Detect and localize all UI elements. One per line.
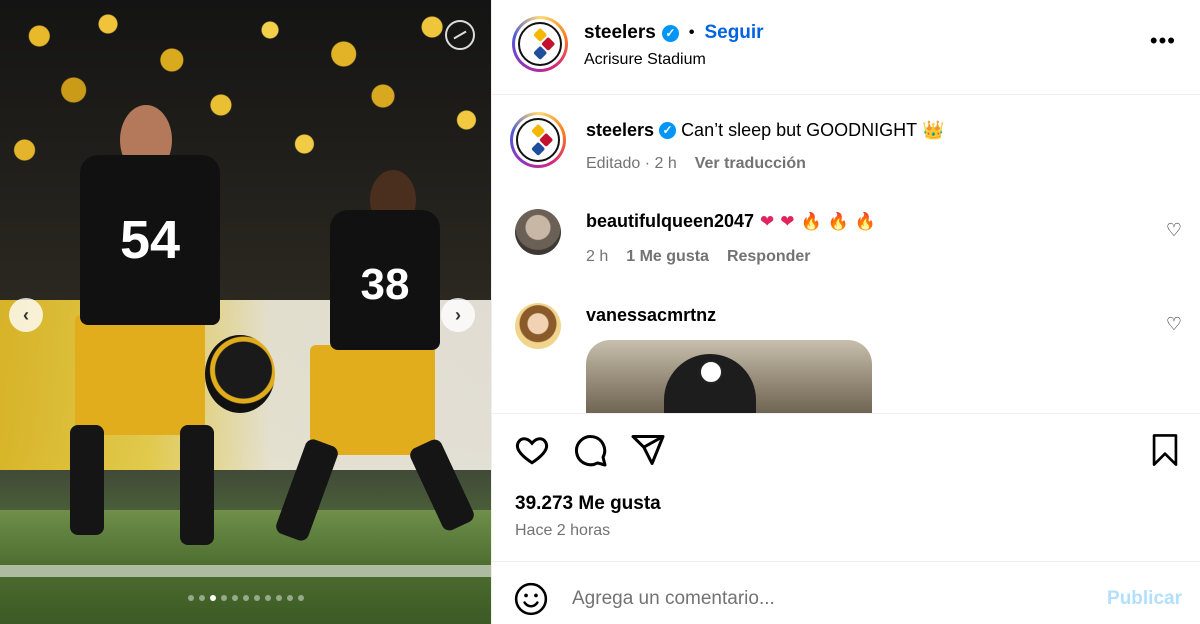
steelers-logo (518, 22, 562, 66)
comment-like-icon[interactable]: ♡ (1166, 220, 1182, 241)
jersey-number: 54 (80, 155, 220, 325)
carousel-dot (253, 595, 260, 601)
field-line (0, 565, 491, 577)
carousel-dot (209, 595, 216, 601)
comment-username[interactable]: vanessacmrtnz (586, 305, 716, 326)
jersey-number: 38 (330, 210, 440, 350)
player-leg (70, 425, 104, 535)
player-pants (75, 315, 205, 435)
header-divider (492, 94, 1200, 95)
post-caption: steelers ✓ Can’t sleep but GOODNIGHT 👑 (586, 120, 945, 141)
carousel-dot (275, 595, 282, 601)
bookmark-icon[interactable] (1150, 433, 1180, 467)
caption-meta: Editado · 2 h Ver traducción (586, 155, 806, 173)
translate-link[interactable]: Ver traducción (695, 155, 806, 173)
comment-input[interactable] (572, 584, 1072, 614)
smile-icon[interactable] (514, 582, 548, 616)
fire-emoji: 🔥 (854, 211, 877, 231)
heart-emoji: ❤ (760, 211, 775, 231)
comment-2: vanessacmrtnz (586, 305, 716, 326)
post-actions (514, 432, 666, 468)
player-54: 54 (60, 105, 240, 545)
steelers-logo (699, 360, 723, 384)
post-media[interactable]: 54 38 ‹ › (0, 0, 491, 624)
caption-text: Can’t sleep but GOODNIGHT (681, 120, 918, 140)
carousel-next-button[interactable]: › (441, 298, 475, 332)
comment-composer: Publicar (492, 561, 1200, 624)
username-link[interactable]: steelers (584, 22, 656, 44)
chevron-right-icon: › (455, 304, 461, 325)
verified-badge-icon: ✓ (659, 122, 677, 139)
comment-1: beautifulqueen2047 ❤ ❤ 🔥 🔥 🔥 (586, 211, 876, 232)
heart-icon[interactable] (514, 432, 550, 468)
comment-gif[interactable] (586, 340, 872, 414)
carousel-dots (0, 595, 491, 601)
player-leg (180, 425, 214, 545)
commenter-avatar[interactable] (515, 209, 561, 255)
fire-emoji: 🔥 (800, 211, 822, 231)
carousel-dot (242, 595, 249, 601)
heart-emoji: ❤ (780, 211, 795, 231)
carousel-dot (198, 595, 205, 601)
post-time: Hace 2 horas (515, 522, 611, 539)
crown-emoji: 👑 (922, 120, 945, 140)
comment-username[interactable]: beautifulqueen2047 (586, 211, 754, 232)
post-panel: steelers ✓ • Seguir Acrisure Stadium •••… (491, 0, 1200, 624)
post-header-user: steelers ✓ • Seguir (584, 22, 764, 44)
location-link[interactable]: Acrisure Stadium (584, 51, 706, 69)
carousel-prev-button[interactable]: ‹ (9, 298, 43, 332)
fire-emoji: 🔥 (827, 211, 849, 231)
comment-time: 2 h (586, 248, 609, 265)
follow-button[interactable]: Seguir (704, 22, 763, 44)
comment-icon[interactable] (572, 432, 608, 468)
steelers-logo (516, 118, 560, 162)
publish-button[interactable]: Publicar (1107, 588, 1182, 610)
comment-like-icon[interactable]: ♡ (1166, 314, 1182, 335)
verified-badge-icon: ✓ (661, 24, 679, 42)
reply-button[interactable]: Responder (727, 248, 811, 266)
edited-label: Editado · 2 h (586, 155, 677, 172)
commenter-avatar[interactable] (515, 303, 561, 349)
comment-likes[interactable]: 1 Me gusta (626, 248, 709, 266)
carousel-dot (187, 595, 194, 601)
player-leg (273, 437, 341, 543)
media-badge-icon (445, 20, 475, 50)
carousel-dot (231, 595, 238, 601)
player-pants (310, 345, 435, 455)
carousel-dot (264, 595, 271, 601)
carousel-dot (286, 595, 293, 601)
share-icon[interactable] (630, 432, 666, 468)
caption-username[interactable]: steelers (586, 120, 654, 141)
carousel-dot (297, 595, 304, 601)
caption-avatar[interactable] (510, 112, 566, 168)
separator-dot: • (688, 24, 695, 41)
likes-count[interactable]: 39.273 Me gusta (515, 493, 661, 515)
more-options-icon[interactable]: ••• (1150, 30, 1176, 52)
player-38: 38 (260, 170, 477, 550)
comments-divider (492, 413, 1200, 414)
carousel-dot (220, 595, 227, 601)
profile-avatar[interactable] (512, 16, 568, 72)
chevron-left-icon: ‹ (23, 304, 29, 325)
comment-meta: 2 h 1 Me gusta Responder (586, 248, 811, 266)
